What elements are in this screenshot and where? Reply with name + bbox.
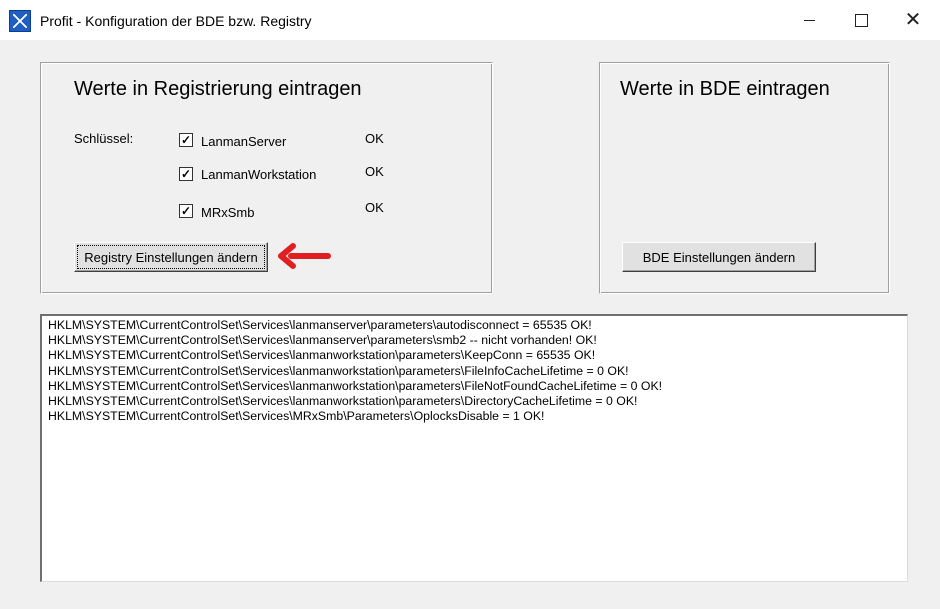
checkbox-mrxsmb[interactable]: ✓ (179, 204, 193, 218)
bde-group-title: Werte in BDE eintragen (620, 78, 830, 100)
status-mrxsmb: OK (365, 200, 384, 215)
status-lanmanserver: OK (365, 131, 384, 146)
red-arrow-icon (278, 243, 331, 269)
key-label: Schlüssel: (74, 131, 134, 146)
registry-group-title: Werte in Registrierung eintragen (74, 78, 362, 100)
log-line: HKLM\SYSTEM\CurrentControlSet\Services\M… (48, 409, 545, 424)
close-icon: ✕ (904, 9, 922, 31)
log-line: HKLM\SYSTEM\CurrentControlSet\Services\l… (48, 394, 638, 409)
bde-group: Werte in BDE eintragen BDE Einstellungen… (599, 62, 890, 294)
checkbox-lanmanworkstation[interactable]: ✓ (179, 167, 193, 181)
registry-group: Werte in Registrierung eintragen Schlüss… (40, 62, 493, 294)
minimize-icon (803, 19, 815, 21)
checkbox-lanmanserver[interactable]: ✓ (179, 133, 193, 147)
key-label-mrxsmb: MRxSmb (201, 205, 255, 220)
log-line: HKLM\SYSTEM\CurrentControlSet\Services\l… (48, 333, 597, 348)
key-label-lanmanworkstation: LanmanWorkstation (201, 167, 317, 182)
key-label-lanmanserver: LanmanServer (201, 134, 287, 149)
registry-settings-button[interactable]: Registry Einstellungen ändern (74, 242, 268, 272)
log-line: HKLM\SYSTEM\CurrentControlSet\Services\l… (48, 378, 663, 393)
window-title: Profit - Konfiguration der BDE bzw. Regi… (40, 13, 312, 29)
bde-settings-button[interactable]: BDE Einstellungen ändern (622, 242, 816, 272)
minimize-button[interactable] (786, 0, 832, 40)
maximize-button[interactable] (838, 0, 884, 40)
close-button[interactable]: ✕ (890, 0, 936, 40)
log-line: HKLM\SYSTEM\CurrentControlSet\Services\l… (48, 363, 629, 378)
maximize-icon (854, 13, 868, 27)
title-bar: Profit - Konfiguration der BDE bzw. Regi… (0, 0, 940, 40)
log-line: HKLM\SYSTEM\CurrentControlSet\Services\l… (48, 348, 596, 363)
app-icon[interactable] (9, 10, 31, 32)
log-line: HKLM\SYSTEM\CurrentControlSet\Services\l… (48, 318, 592, 332)
log-output[interactable]: HKLM\SYSTEM\CurrentControlSet\Services\l… (40, 314, 908, 582)
status-lanmanworkstation: OK (365, 164, 384, 179)
